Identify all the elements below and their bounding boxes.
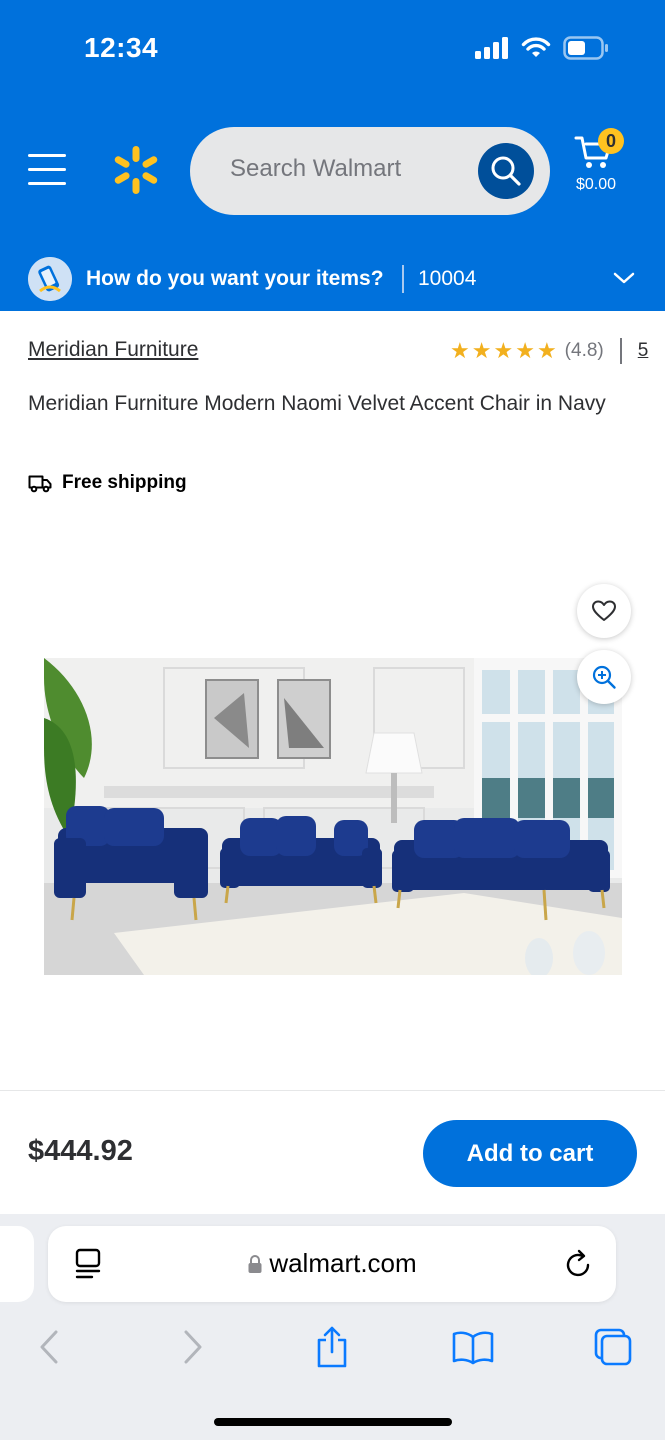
address-bar[interactable]: walmart.com bbox=[48, 1226, 616, 1302]
chevron-down-icon bbox=[613, 272, 635, 284]
tabs-button[interactable] bbox=[588, 1322, 638, 1372]
back-button[interactable] bbox=[24, 1322, 74, 1372]
browser-nav bbox=[0, 1322, 665, 1372]
delivery-selector[interactable]: How do you want your items? 10004 bbox=[0, 245, 665, 311]
status-time: 12:34 bbox=[84, 32, 159, 63]
product-image[interactable] bbox=[44, 658, 622, 975]
chevron-left-icon bbox=[40, 1330, 58, 1364]
book-icon bbox=[452, 1331, 494, 1365]
truck-icon bbox=[28, 475, 52, 493]
add-to-cart-button[interactable]: Add to cart bbox=[423, 1120, 637, 1187]
menu-button[interactable] bbox=[28, 152, 68, 188]
chevron-right-icon bbox=[184, 1330, 202, 1364]
status-bar: 12:34 bbox=[0, 0, 665, 100]
product-title: Meridian Furniture Modern Naomi Velvet A… bbox=[28, 392, 606, 415]
cart-count-badge: 0 bbox=[598, 128, 624, 154]
url-display: walmart.com bbox=[48, 1248, 616, 1279]
search-input[interactable]: Search Walmart bbox=[190, 127, 550, 215]
product-price: $444.92 bbox=[28, 1135, 133, 1167]
living-room-photo bbox=[44, 658, 622, 975]
divider bbox=[402, 265, 404, 293]
review-count-link[interactable]: 5 bbox=[638, 340, 649, 362]
lock-icon bbox=[248, 1254, 262, 1273]
walmart-spark-logo[interactable] bbox=[110, 144, 162, 196]
heart-icon bbox=[592, 600, 616, 621]
star-icon: ★ bbox=[471, 338, 492, 363]
search-button[interactable] bbox=[478, 143, 534, 199]
purchase-bar: $444.92 Add to cart bbox=[0, 1090, 665, 1214]
hamburger-icon bbox=[28, 154, 66, 185]
share-button[interactable] bbox=[307, 1322, 357, 1372]
zoom-button[interactable] bbox=[577, 650, 631, 704]
phone-delivery-icon bbox=[28, 257, 72, 301]
search-icon bbox=[491, 156, 521, 186]
favorite-button[interactable] bbox=[577, 584, 631, 638]
forward-button[interactable] bbox=[168, 1322, 218, 1372]
delivery-question: How do you want your items? bbox=[86, 267, 384, 290]
reload-icon[interactable] bbox=[564, 1248, 594, 1280]
star-icon: ★ bbox=[450, 338, 470, 363]
zoom-in-icon bbox=[592, 665, 616, 689]
shipping-label: Free shipping bbox=[62, 472, 187, 493]
status-icons bbox=[475, 36, 609, 60]
tabs-icon bbox=[594, 1328, 632, 1366]
star-icon: ★ bbox=[515, 338, 535, 363]
cart-button[interactable]: 0 $0.00 bbox=[572, 128, 632, 198]
url-text: walmart.com bbox=[269, 1248, 417, 1278]
browser-toolbar: walmart.com bbox=[0, 1214, 665, 1440]
product-rating[interactable]: ★ ★ ★ ★ ★ (4.8) 5 bbox=[450, 338, 648, 364]
rating-value: (4.8) bbox=[564, 340, 604, 361]
wifi-icon bbox=[521, 37, 551, 57]
star-icon: ★ bbox=[536, 338, 557, 363]
cellular-signal-icon bbox=[475, 37, 508, 59]
star-icon: ★ bbox=[493, 338, 514, 363]
cart-total: $0.00 bbox=[576, 176, 617, 193]
delivery-zip: 10004 bbox=[418, 267, 477, 290]
shipping-info: Free shipping bbox=[28, 472, 187, 494]
share-icon bbox=[317, 1326, 347, 1368]
app-header: 12:34 Search Walmart 0 $0.00 How do you … bbox=[0, 0, 665, 311]
previous-tab-preview[interactable] bbox=[0, 1226, 34, 1302]
battery-icon bbox=[563, 36, 608, 60]
spark-icon bbox=[114, 146, 158, 194]
bookmarks-button[interactable] bbox=[448, 1322, 498, 1372]
divider bbox=[619, 338, 622, 364]
home-indicator bbox=[214, 1418, 452, 1426]
brand-link[interactable]: Meridian Furniture bbox=[28, 338, 198, 362]
search-placeholder: Search Walmart bbox=[230, 155, 402, 182]
